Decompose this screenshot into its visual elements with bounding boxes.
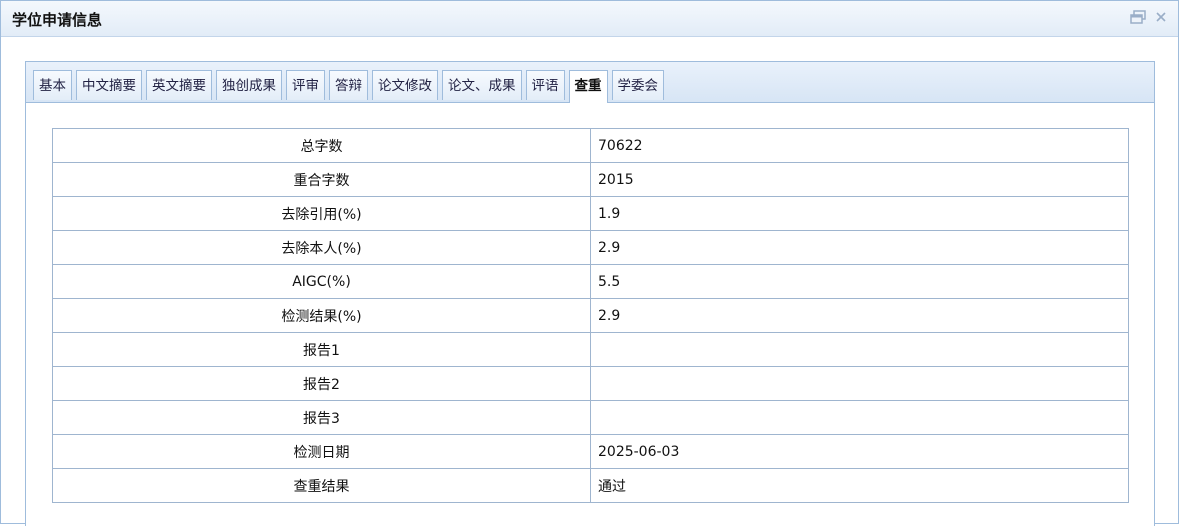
tab-10[interactable]: 学委会 <box>611 70 664 100</box>
row-label: 查重结果 <box>52 468 591 503</box>
table-row: AIGC(%) 5.5 <box>52 264 1129 299</box>
row-value: 2025-06-03 <box>590 434 1129 469</box>
tab-list: 基本 中文摘要 英文摘要 独创成果 评审 答辩 论文修改 论文、成果 评语 查重 学委会 <box>33 70 668 103</box>
row-value: 2.9 <box>590 298 1129 333</box>
row-value <box>590 366 1129 401</box>
plagiarism-check-table: 总字数 70622 重合字数 2015 去除引用(%) 1.9 去除本人(%) 2.9 AIGC… <box>52 128 1129 503</box>
tab-2[interactable]: 英文摘要 <box>146 70 212 100</box>
row-label: 报告2 <box>52 366 591 401</box>
row-label: 检测结果(%) <box>52 298 591 333</box>
tab-1[interactable]: 中文摘要 <box>76 70 142 100</box>
row-value: 5.5 <box>590 264 1129 299</box>
title-bar: 学位申请信息 <box>1 1 1178 37</box>
table-row: 去除本人(%) 2.9 <box>52 230 1129 265</box>
dialog-window: 学位申请信息 基本 中文摘要 英文摘要 独创成果 评审 答辩 论文修改 论文、成果 评语 查重 学委… <box>0 0 1179 526</box>
tab-9[interactable]: 查重 <box>568 70 608 103</box>
row-value: 70622 <box>590 128 1129 163</box>
table-row: 报告1 <box>52 332 1129 367</box>
row-label: 报告3 <box>52 400 591 435</box>
tab-4[interactable]: 评审 <box>286 70 325 100</box>
row-label: 去除本人(%) <box>52 230 591 265</box>
row-label: 重合字数 <box>52 162 591 197</box>
table-row: 重合字数 2015 <box>52 162 1129 197</box>
row-label: 去除引用(%) <box>52 196 591 231</box>
restore-icon[interactable] <box>1130 10 1146 24</box>
tab-5[interactable]: 答辩 <box>329 70 368 100</box>
table-row: 去除引用(%) 1.9 <box>52 196 1129 231</box>
window-controls <box>1130 10 1168 24</box>
tab-bar: 基本 中文摘要 英文摘要 独创成果 评审 答辩 论文修改 论文、成果 评语 查重 学委会 <box>26 62 1154 103</box>
table-row: 报告3 <box>52 400 1129 435</box>
row-label: AIGC(%) <box>52 264 591 299</box>
table-row: 检测日期 2025-06-03 <box>52 434 1129 469</box>
tab-6[interactable]: 论文修改 <box>372 70 438 100</box>
tab-7[interactable]: 论文、成果 <box>442 70 522 100</box>
row-label: 报告1 <box>52 332 591 367</box>
close-icon[interactable] <box>1154 10 1168 24</box>
table-row: 报告2 <box>52 366 1129 401</box>
row-value <box>590 400 1129 435</box>
row-value: 2015 <box>590 162 1129 197</box>
row-value: 通过 <box>590 468 1129 503</box>
table-row: 总字数 70622 <box>52 128 1129 163</box>
row-label: 总字数 <box>52 128 591 163</box>
row-value <box>590 332 1129 367</box>
tab-8[interactable]: 评语 <box>525 70 565 100</box>
tab-0[interactable]: 基本 <box>33 70 72 100</box>
row-value: 1.9 <box>590 196 1129 231</box>
tab-3[interactable]: 独创成果 <box>216 70 282 100</box>
window-title: 学位申请信息 <box>12 11 103 29</box>
row-label: 检测日期 <box>52 434 591 469</box>
table-row: 检测结果(%) 2.9 <box>52 298 1129 333</box>
table-row: 查重结果 通过 <box>52 468 1129 503</box>
row-value: 2.9 <box>590 230 1129 265</box>
tabs-panel: 基本 中文摘要 英文摘要 独创成果 评审 答辩 论文修改 论文、成果 评语 查重 学委会 总字数 70… <box>25 61 1155 526</box>
